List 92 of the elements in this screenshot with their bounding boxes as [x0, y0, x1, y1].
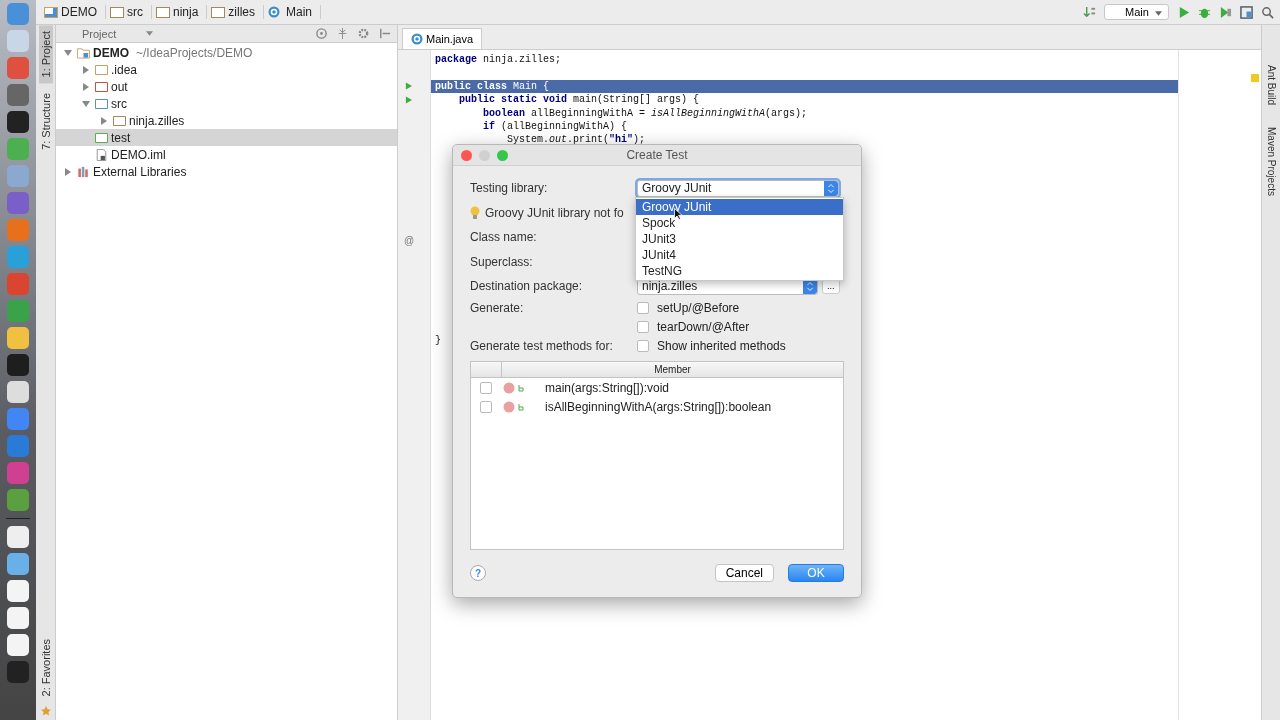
tree-item[interactable]: src — [56, 95, 397, 112]
folder-icon — [77, 46, 90, 59]
tool-window-tab[interactable]: 2: Favorites — [38, 632, 53, 702]
lightbulb-icon — [470, 205, 480, 220]
field-label: Superclass: — [470, 254, 534, 269]
panel-title[interactable]: Project — [62, 27, 117, 40]
table-cell[interactable]: main(args:String[]):void — [545, 380, 670, 395]
tree-item[interactable]: test — [56, 129, 397, 146]
dialog-title: Create Test — [626, 148, 688, 162]
dropdown-option[interactable]: Spock — [636, 215, 843, 231]
search-icon[interactable] — [1261, 5, 1274, 19]
code-line: package ninja.zilles; — [434, 53, 563, 67]
gutter-mark: @ — [404, 235, 415, 246]
collapse-icon[interactable] — [336, 27, 349, 40]
tool-window-tab[interactable]: Maven Projects — [1265, 125, 1277, 198]
zoom-button[interactable] — [497, 149, 508, 161]
checkbox-label: Show inherited methods — [657, 338, 786, 353]
caret-icon — [1155, 11, 1162, 16]
tree-item[interactable]: External Libraries — [56, 163, 397, 180]
expand-arrow-icon[interactable] — [82, 65, 90, 74]
field-label: Class name: — [470, 230, 538, 245]
dropdown-option[interactable]: JUnit4 — [636, 247, 843, 263]
tree-item[interactable]: DEMO.iml — [56, 146, 397, 163]
run-gutter-icon[interactable] — [405, 95, 412, 104]
code-line: boolean allBeginningWithA = isAllBeginningWithA(args); — [482, 106, 809, 120]
warning-marker[interactable] — [1251, 74, 1259, 82]
run-icon[interactable] — [1177, 5, 1190, 19]
field-label: Generate test methods for: — [470, 338, 614, 353]
tree-item[interactable]: out — [56, 78, 397, 95]
settings-icon[interactable] — [357, 27, 370, 40]
class-icon — [268, 6, 281, 18]
checkbox[interactable] — [480, 400, 492, 413]
field-label: Testing library: — [470, 181, 549, 196]
coverage-icon[interactable] — [1219, 5, 1232, 19]
star-icon — [40, 706, 51, 716]
expand-arrow-icon[interactable] — [82, 99, 90, 108]
class-icon — [411, 33, 423, 45]
tool-window-tab[interactable]: Ant Build — [1265, 63, 1277, 108]
document-icon[interactable] — [7, 580, 29, 602]
document-icon[interactable] — [7, 634, 29, 656]
code-line: System.out.print("hi"); — [506, 133, 647, 147]
sort-icon[interactable] — [1083, 5, 1097, 19]
run-gutter-icon[interactable] — [405, 82, 412, 91]
breadcrumb[interactable]: src — [110, 5, 152, 19]
code-line: } — [434, 333, 441, 348]
checkbox[interactable] — [637, 320, 649, 333]
dropdown-option[interactable]: TestNG — [636, 263, 843, 279]
code-line: if (allBeginningWithA) { — [482, 119, 629, 134]
document-icon[interactable] — [7, 553, 29, 575]
breadcrumb[interactable]: DEMO — [44, 5, 106, 19]
hint-text: Groovy JUnit library not fo — [485, 205, 624, 220]
expand-arrow-icon[interactable] — [64, 167, 72, 176]
dropdown-option[interactable]: JUnit3 — [636, 231, 843, 247]
document-icon[interactable] — [7, 526, 29, 548]
editor-tab[interactable]: Main.java — [402, 28, 483, 49]
field-label: Generate: — [470, 300, 525, 315]
code-line: public static void main(String[] args) { — [458, 93, 701, 107]
project-structure-icon[interactable] — [1240, 5, 1253, 19]
expand-arrow-icon[interactable] — [100, 116, 108, 125]
tree-item[interactable]: .idea — [56, 61, 397, 78]
run-config-dropdown[interactable]: Main — [1104, 4, 1169, 20]
checkbox-label: tearDown/@After — [657, 319, 750, 334]
field-label: Destination package: — [470, 279, 584, 294]
file-icon — [95, 148, 108, 161]
caret-icon[interactable] — [146, 31, 154, 36]
table-cell[interactable]: isAllBeginningWithA(args:String[]):boolean — [545, 399, 772, 414]
tool-window-tab[interactable]: 1: Project — [38, 25, 53, 84]
checkbox-label: setUp/@Before — [657, 300, 740, 315]
close-button[interactable] — [461, 149, 472, 161]
app-icon[interactable] — [7, 354, 29, 376]
app-icon[interactable] — [7, 111, 29, 133]
breadcrumb[interactable]: Main — [268, 5, 322, 19]
target-icon[interactable] — [315, 27, 328, 40]
breadcrumb[interactable]: zilles — [211, 5, 265, 19]
breadcrumb[interactable]: ninja — [156, 5, 208, 19]
checkbox[interactable] — [637, 339, 649, 352]
tool-window-tab[interactable]: 7: Structure — [38, 87, 53, 157]
app-icon[interactable] — [7, 381, 29, 403]
expand-arrow-icon[interactable] — [64, 48, 72, 57]
library-icon — [77, 165, 90, 178]
app-icon[interactable] — [7, 327, 29, 349]
hide-icon[interactable] — [378, 27, 391, 40]
testing-library-dropdown[interactable]: Groovy JUnit — [637, 179, 839, 197]
cancel-button[interactable]: Cancel — [714, 564, 774, 582]
checkbox[interactable] — [637, 301, 649, 314]
dropdown-option[interactable]: Groovy JUnit — [636, 199, 843, 215]
tree-item[interactable]: ninja.zilles — [56, 112, 397, 129]
tree-item[interactable]: DEMO ~/IdeaProjects/DEMO — [56, 44, 397, 61]
expand-arrow-icon[interactable] — [82, 82, 90, 91]
help-button[interactable]: ? — [470, 565, 486, 581]
checkbox[interactable] — [480, 381, 492, 394]
document-icon[interactable] — [7, 607, 29, 629]
